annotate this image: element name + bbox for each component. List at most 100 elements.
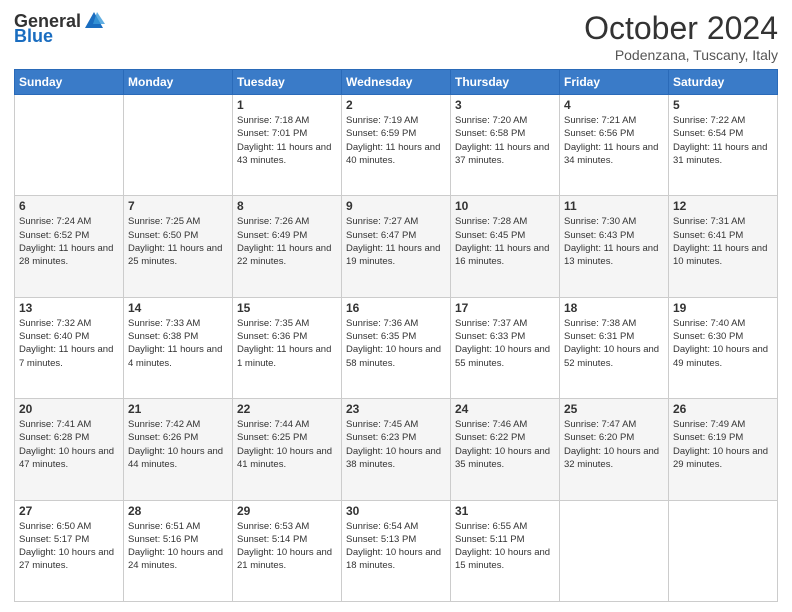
day-number: 17 <box>455 301 555 315</box>
calendar-cell: 9Sunrise: 7:27 AM Sunset: 6:47 PM Daylig… <box>342 196 451 297</box>
day-info: Sunrise: 6:54 AM Sunset: 5:13 PM Dayligh… <box>346 520 446 573</box>
calendar-cell <box>560 500 669 601</box>
day-number: 29 <box>237 504 337 518</box>
day-number: 25 <box>564 402 664 416</box>
calendar-day-header: Sunday <box>15 70 124 95</box>
day-info: Sunrise: 7:33 AM Sunset: 6:38 PM Dayligh… <box>128 317 228 370</box>
day-number: 16 <box>346 301 446 315</box>
calendar-week-row: 20 Sunrise: 7:41 AM Sunset: 6:28 PM Dayli… <box>15 399 778 500</box>
day-info: Sunrise: 7:46 AM Sunset: 6:22 PM Dayligh… <box>455 418 555 471</box>
day-number: 2 <box>346 98 446 112</box>
day-info: Sunrise: 7:30 AM Sunset: 6:43 PM Dayligh… <box>564 215 664 268</box>
logo-icon <box>83 10 105 32</box>
day-info: Sunrise: 7:31 AM Sunset: 6:41 PM Dayligh… <box>673 215 773 268</box>
calendar-day-header: Tuesday <box>233 70 342 95</box>
calendar-cell: 6Sunrise: 7:24 AM Sunset: 6:52 PM Daylig… <box>15 196 124 297</box>
day-number: 18 <box>564 301 664 315</box>
day-info: Sunrise: 7:40 AM Sunset: 6:30 PM Dayligh… <box>673 317 773 370</box>
calendar-cell: 14 Sunrise: 7:33 AM Sunset: 6:38 PM Dayli… <box>124 297 233 398</box>
calendar-cell: 15 Sunrise: 7:35 AM Sunset: 6:36 PM Dayli… <box>233 297 342 398</box>
calendar-week-row: 6Sunrise: 7:24 AM Sunset: 6:52 PM Daylig… <box>15 196 778 297</box>
day-number: 9 <box>346 199 446 213</box>
calendar-cell: 26 Sunrise: 7:49 AM Sunset: 6:19 PM Dayli… <box>669 399 778 500</box>
calendar-cell: 24Sunrise: 7:46 AM Sunset: 6:22 PM Dayli… <box>451 399 560 500</box>
day-info: Sunrise: 7:49 AM Sunset: 6:19 PM Dayligh… <box>673 418 773 471</box>
calendar-cell: 21 Sunrise: 7:42 AM Sunset: 6:26 PM Dayli… <box>124 399 233 500</box>
day-info: Sunrise: 7:36 AM Sunset: 6:35 PM Dayligh… <box>346 317 446 370</box>
calendar-cell: 7 Sunrise: 7:25 AM Sunset: 6:50 PM Daylig… <box>124 196 233 297</box>
day-info: Sunrise: 7:25 AM Sunset: 6:50 PM Dayligh… <box>128 215 228 268</box>
logo: General Blue <box>14 10 105 47</box>
day-number: 23 <box>346 402 446 416</box>
calendar-week-row: 1 Sunrise: 7:18 AM Sunset: 7:01 PM Daylig… <box>15 95 778 196</box>
month-title: October 2024 <box>584 10 778 47</box>
day-number: 21 <box>128 402 228 416</box>
calendar-cell: 11 Sunrise: 7:30 AM Sunset: 6:43 PM Dayli… <box>560 196 669 297</box>
calendar-cell <box>124 95 233 196</box>
day-info: Sunrise: 7:47 AM Sunset: 6:20 PM Dayligh… <box>564 418 664 471</box>
calendar-cell: 8 Sunrise: 7:26 AM Sunset: 6:49 PM Daylig… <box>233 196 342 297</box>
calendar-cell: 22 Sunrise: 7:44 AM Sunset: 6:25 PM Dayli… <box>233 399 342 500</box>
day-number: 22 <box>237 402 337 416</box>
day-info: Sunrise: 6:51 AM Sunset: 5:16 PM Dayligh… <box>128 520 228 573</box>
day-info: Sunrise: 7:28 AM Sunset: 6:45 PM Dayligh… <box>455 215 555 268</box>
calendar-cell: 12 Sunrise: 7:31 AM Sunset: 6:41 PM Dayli… <box>669 196 778 297</box>
calendar-day-header: Monday <box>124 70 233 95</box>
day-number: 5 <box>673 98 773 112</box>
header: General Blue October 2024 Podenzana, Tus… <box>14 10 778 63</box>
day-info: Sunrise: 6:53 AM Sunset: 5:14 PM Dayligh… <box>237 520 337 573</box>
day-info: Sunrise: 7:21 AM Sunset: 6:56 PM Dayligh… <box>564 114 664 167</box>
day-number: 11 <box>564 199 664 213</box>
day-number: 27 <box>19 504 119 518</box>
day-info: Sunrise: 7:26 AM Sunset: 6:49 PM Dayligh… <box>237 215 337 268</box>
day-number: 30 <box>346 504 446 518</box>
day-info: Sunrise: 7:20 AM Sunset: 6:58 PM Dayligh… <box>455 114 555 167</box>
day-info: Sunrise: 7:38 AM Sunset: 6:31 PM Dayligh… <box>564 317 664 370</box>
calendar-cell <box>669 500 778 601</box>
day-info: Sunrise: 7:42 AM Sunset: 6:26 PM Dayligh… <box>128 418 228 471</box>
day-number: 20 <box>19 402 119 416</box>
calendar-cell: 29 Sunrise: 6:53 AM Sunset: 5:14 PM Dayli… <box>233 500 342 601</box>
day-number: 28 <box>128 504 228 518</box>
day-number: 8 <box>237 199 337 213</box>
day-info: Sunrise: 7:44 AM Sunset: 6:25 PM Dayligh… <box>237 418 337 471</box>
calendar-cell: 5 Sunrise: 7:22 AM Sunset: 6:54 PM Daylig… <box>669 95 778 196</box>
day-number: 26 <box>673 402 773 416</box>
day-number: 7 <box>128 199 228 213</box>
day-info: Sunrise: 7:37 AM Sunset: 6:33 PM Dayligh… <box>455 317 555 370</box>
calendar-header-row: SundayMondayTuesdayWednesdayThursdayFrid… <box>15 70 778 95</box>
calendar-cell: 18 Sunrise: 7:38 AM Sunset: 6:31 PM Dayli… <box>560 297 669 398</box>
calendar-cell: 25 Sunrise: 7:47 AM Sunset: 6:20 PM Dayli… <box>560 399 669 500</box>
calendar-cell: 2Sunrise: 7:19 AM Sunset: 6:59 PM Daylig… <box>342 95 451 196</box>
day-info: Sunrise: 7:18 AM Sunset: 7:01 PM Dayligh… <box>237 114 337 167</box>
calendar-day-header: Wednesday <box>342 70 451 95</box>
calendar-cell: 30 Sunrise: 6:54 AM Sunset: 5:13 PM Dayli… <box>342 500 451 601</box>
day-number: 3 <box>455 98 555 112</box>
calendar-week-row: 27Sunrise: 6:50 AM Sunset: 5:17 PM Dayli… <box>15 500 778 601</box>
day-number: 15 <box>237 301 337 315</box>
header-right: October 2024 Podenzana, Tuscany, Italy <box>584 10 778 63</box>
day-number: 12 <box>673 199 773 213</box>
day-number: 6 <box>19 199 119 213</box>
calendar-cell: 20 Sunrise: 7:41 AM Sunset: 6:28 PM Dayli… <box>15 399 124 500</box>
calendar-table: SundayMondayTuesdayWednesdayThursdayFrid… <box>14 69 778 602</box>
day-number: 1 <box>237 98 337 112</box>
day-info: Sunrise: 7:35 AM Sunset: 6:36 PM Dayligh… <box>237 317 337 370</box>
calendar-cell: 13Sunrise: 7:32 AM Sunset: 6:40 PM Dayli… <box>15 297 124 398</box>
calendar-cell: 27Sunrise: 6:50 AM Sunset: 5:17 PM Dayli… <box>15 500 124 601</box>
calendar-cell: 17 Sunrise: 7:37 AM Sunset: 6:33 PM Dayli… <box>451 297 560 398</box>
day-info: Sunrise: 7:41 AM Sunset: 6:28 PM Dayligh… <box>19 418 119 471</box>
calendar-cell: 23Sunrise: 7:45 AM Sunset: 6:23 PM Dayli… <box>342 399 451 500</box>
calendar-cell: 19Sunrise: 7:40 AM Sunset: 6:30 PM Dayli… <box>669 297 778 398</box>
day-info: Sunrise: 7:22 AM Sunset: 6:54 PM Dayligh… <box>673 114 773 167</box>
calendar-cell <box>15 95 124 196</box>
logo-blue-text: Blue <box>14 26 53 47</box>
day-number: 14 <box>128 301 228 315</box>
day-number: 31 <box>455 504 555 518</box>
day-number: 10 <box>455 199 555 213</box>
calendar-cell: 31Sunrise: 6:55 AM Sunset: 5:11 PM Dayli… <box>451 500 560 601</box>
day-number: 4 <box>564 98 664 112</box>
page: General Blue October 2024 Podenzana, Tus… <box>0 0 792 612</box>
day-number: 13 <box>19 301 119 315</box>
calendar-day-header: Friday <box>560 70 669 95</box>
